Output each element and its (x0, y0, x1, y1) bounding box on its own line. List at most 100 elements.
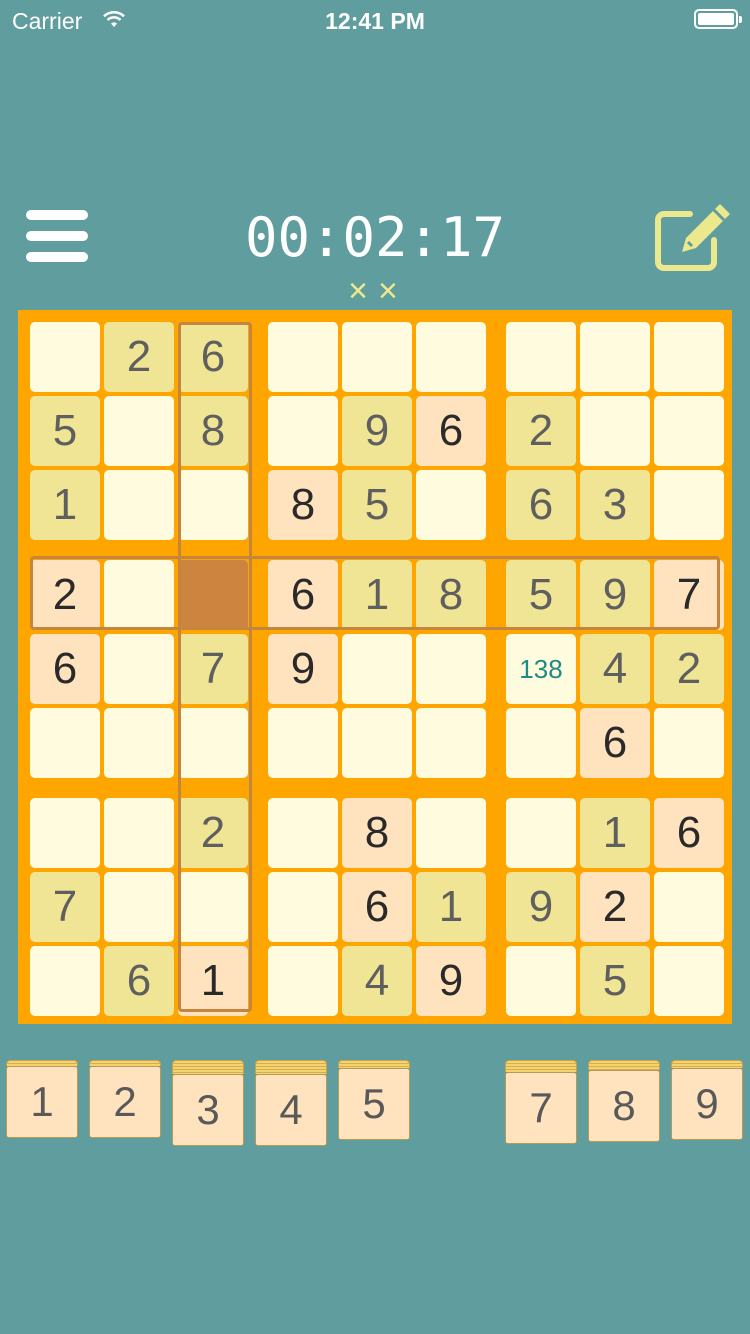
sudoku-cell-r1-c1[interactable] (30, 322, 100, 392)
sudoku-cell-r2-c8[interactable] (580, 396, 650, 466)
sudoku-cell-r9-c5[interactable]: 4 (342, 946, 412, 1016)
sudoku-cell-r6-c3[interactable] (178, 708, 248, 778)
sudoku-cell-r8-c4[interactable] (268, 872, 338, 942)
cell-value: 2 (676, 644, 702, 693)
sudoku-cell-r8-c9[interactable] (654, 872, 724, 942)
sudoku-cell-r1-c6[interactable] (416, 322, 486, 392)
sudoku-cell-r5-c4[interactable]: 9 (268, 634, 338, 704)
sudoku-cell-r7-c7[interactable] (506, 798, 576, 868)
number-key-4[interactable]: 4 (255, 1060, 327, 1146)
sudoku-cell-r8-c1[interactable]: 7 (30, 872, 100, 942)
sudoku-cell-r3-c6[interactable] (416, 470, 486, 540)
number-key-label: 3 (172, 1074, 244, 1146)
sudoku-cell-r6-c8[interactable]: 6 (580, 708, 650, 778)
number-key-9[interactable]: 9 (671, 1060, 743, 1140)
sudoku-cell-r8-c6[interactable]: 1 (416, 872, 486, 942)
sudoku-cell-r6-c9[interactable] (654, 708, 724, 778)
sudoku-cell-r5-c5[interactable] (342, 634, 412, 704)
sudoku-cell-r7-c1[interactable] (30, 798, 100, 868)
sudoku-cell-r4-c9[interactable]: 7 (654, 560, 724, 630)
sudoku-cell-r9-c6[interactable]: 9 (416, 946, 486, 1016)
sudoku-cell-r1-c8[interactable] (580, 322, 650, 392)
number-key-8[interactable]: 8 (588, 1060, 660, 1142)
sudoku-cell-r4-c4[interactable]: 6 (268, 560, 338, 630)
sudoku-cell-r1-c5[interactable] (342, 322, 412, 392)
number-key-1[interactable]: 1 (6, 1060, 78, 1138)
sudoku-cell-r2-c1[interactable]: 5 (30, 396, 100, 466)
sudoku-cell-r3-c2[interactable] (104, 470, 174, 540)
sudoku-cell-r2-c2[interactable] (104, 396, 174, 466)
sudoku-cell-r2-c6[interactable]: 6 (416, 396, 486, 466)
sudoku-cell-r7-c2[interactable] (104, 798, 174, 868)
sudoku-cell-r9-c7[interactable] (506, 946, 576, 1016)
remaining-count-stack (588, 1060, 660, 1070)
sudoku-cell-r8-c5[interactable]: 6 (342, 872, 412, 942)
sudoku-cell-r5-c3[interactable]: 7 (178, 634, 248, 704)
sudoku-cell-r5-c1[interactable]: 6 (30, 634, 100, 704)
sudoku-cell-r1-c9[interactable] (654, 322, 724, 392)
sudoku-cell-r2-c3[interactable]: 8 (178, 396, 248, 466)
number-key-3[interactable]: 3 (172, 1060, 244, 1146)
number-key-7[interactable]: 7 (505, 1060, 577, 1144)
sudoku-cell-r7-c5[interactable]: 8 (342, 798, 412, 868)
sudoku-cell-r6-c7[interactable] (506, 708, 576, 778)
sudoku-cell-r6-c5[interactable] (342, 708, 412, 778)
sudoku-cell-r2-c9[interactable] (654, 396, 724, 466)
number-key-5[interactable]: 5 (338, 1060, 410, 1140)
sudoku-cell-r9-c3[interactable]: 1 (178, 946, 248, 1016)
sudoku-cell-r5-c8[interactable]: 4 (580, 634, 650, 704)
sudoku-cell-r5-c6[interactable] (416, 634, 486, 704)
cell-value: 6 (200, 332, 226, 381)
sudoku-cell-r7-c6[interactable] (416, 798, 486, 868)
sudoku-cell-r2-c4[interactable] (268, 396, 338, 466)
sudoku-cell-r9-c8[interactable]: 5 (580, 946, 650, 1016)
sudoku-cell-r6-c2[interactable] (104, 708, 174, 778)
remaining-count-stack (172, 1060, 244, 1074)
sudoku-cell-r1-c7[interactable] (506, 322, 576, 392)
sudoku-cell-r3-c8[interactable]: 3 (580, 470, 650, 540)
sudoku-cell-r3-c9[interactable] (654, 470, 724, 540)
sudoku-cell-r1-c2[interactable]: 2 (104, 322, 174, 392)
sudoku-cell-r5-c2[interactable] (104, 634, 174, 704)
cell-value: 5 (364, 480, 390, 529)
sudoku-cell-r4-c8[interactable]: 9 (580, 560, 650, 630)
remaining-count-stack (505, 1060, 577, 1072)
sudoku-cell-r8-c2[interactable] (104, 872, 174, 942)
sudoku-cell-r8-c3[interactable] (178, 872, 248, 942)
sudoku-cell-r7-c8[interactable]: 1 (580, 798, 650, 868)
sudoku-cell-r9-c1[interactable] (30, 946, 100, 1016)
sudoku-cell-r7-c4[interactable] (268, 798, 338, 868)
sudoku-cell-r4-c7[interactable]: 5 (506, 560, 576, 630)
sudoku-cell-r7-c3[interactable]: 2 (178, 798, 248, 868)
sudoku-cell-r4-c6[interactable]: 8 (416, 560, 486, 630)
sudoku-cell-r4-c3[interactable] (178, 560, 248, 630)
number-key-2[interactable]: 2 (89, 1060, 161, 1138)
sudoku-cell-r1-c3[interactable]: 6 (178, 322, 248, 392)
cell-value: 1 (364, 570, 390, 619)
sudoku-cell-r3-c5[interactable]: 5 (342, 470, 412, 540)
sudoku-cell-r4-c2[interactable] (104, 560, 174, 630)
sudoku-cell-r5-c7[interactable]: 138 (506, 634, 576, 704)
sudoku-cell-r9-c9[interactable] (654, 946, 724, 1016)
sudoku-cell-r3-c4[interactable]: 8 (268, 470, 338, 540)
sudoku-cell-r9-c2[interactable]: 6 (104, 946, 174, 1016)
sudoku-cell-r8-c7[interactable]: 9 (506, 872, 576, 942)
sudoku-cell-r9-c4[interactable] (268, 946, 338, 1016)
sudoku-cell-r1-c4[interactable] (268, 322, 338, 392)
notes-toggle-button[interactable] (654, 200, 734, 274)
sudoku-cell-r5-c9[interactable]: 2 (654, 634, 724, 704)
sudoku-cell-r3-c3[interactable] (178, 470, 248, 540)
sudoku-cell-r6-c1[interactable] (30, 708, 100, 778)
sudoku-cell-r8-c8[interactable]: 2 (580, 872, 650, 942)
sudoku-cell-r4-c5[interactable]: 1 (342, 560, 412, 630)
cell-value: 2 (52, 570, 78, 619)
sudoku-cell-r2-c7[interactable]: 2 (506, 396, 576, 466)
sudoku-cell-r6-c6[interactable] (416, 708, 486, 778)
sudoku-cell-r4-c1[interactable]: 2 (30, 560, 100, 630)
sudoku-cell-r3-c1[interactable]: 1 (30, 470, 100, 540)
number-key-label: 8 (588, 1070, 660, 1142)
sudoku-cell-r2-c5[interactable]: 9 (342, 396, 412, 466)
sudoku-cell-r6-c4[interactable] (268, 708, 338, 778)
sudoku-cell-r3-c7[interactable]: 6 (506, 470, 576, 540)
sudoku-cell-r7-c9[interactable]: 6 (654, 798, 724, 868)
